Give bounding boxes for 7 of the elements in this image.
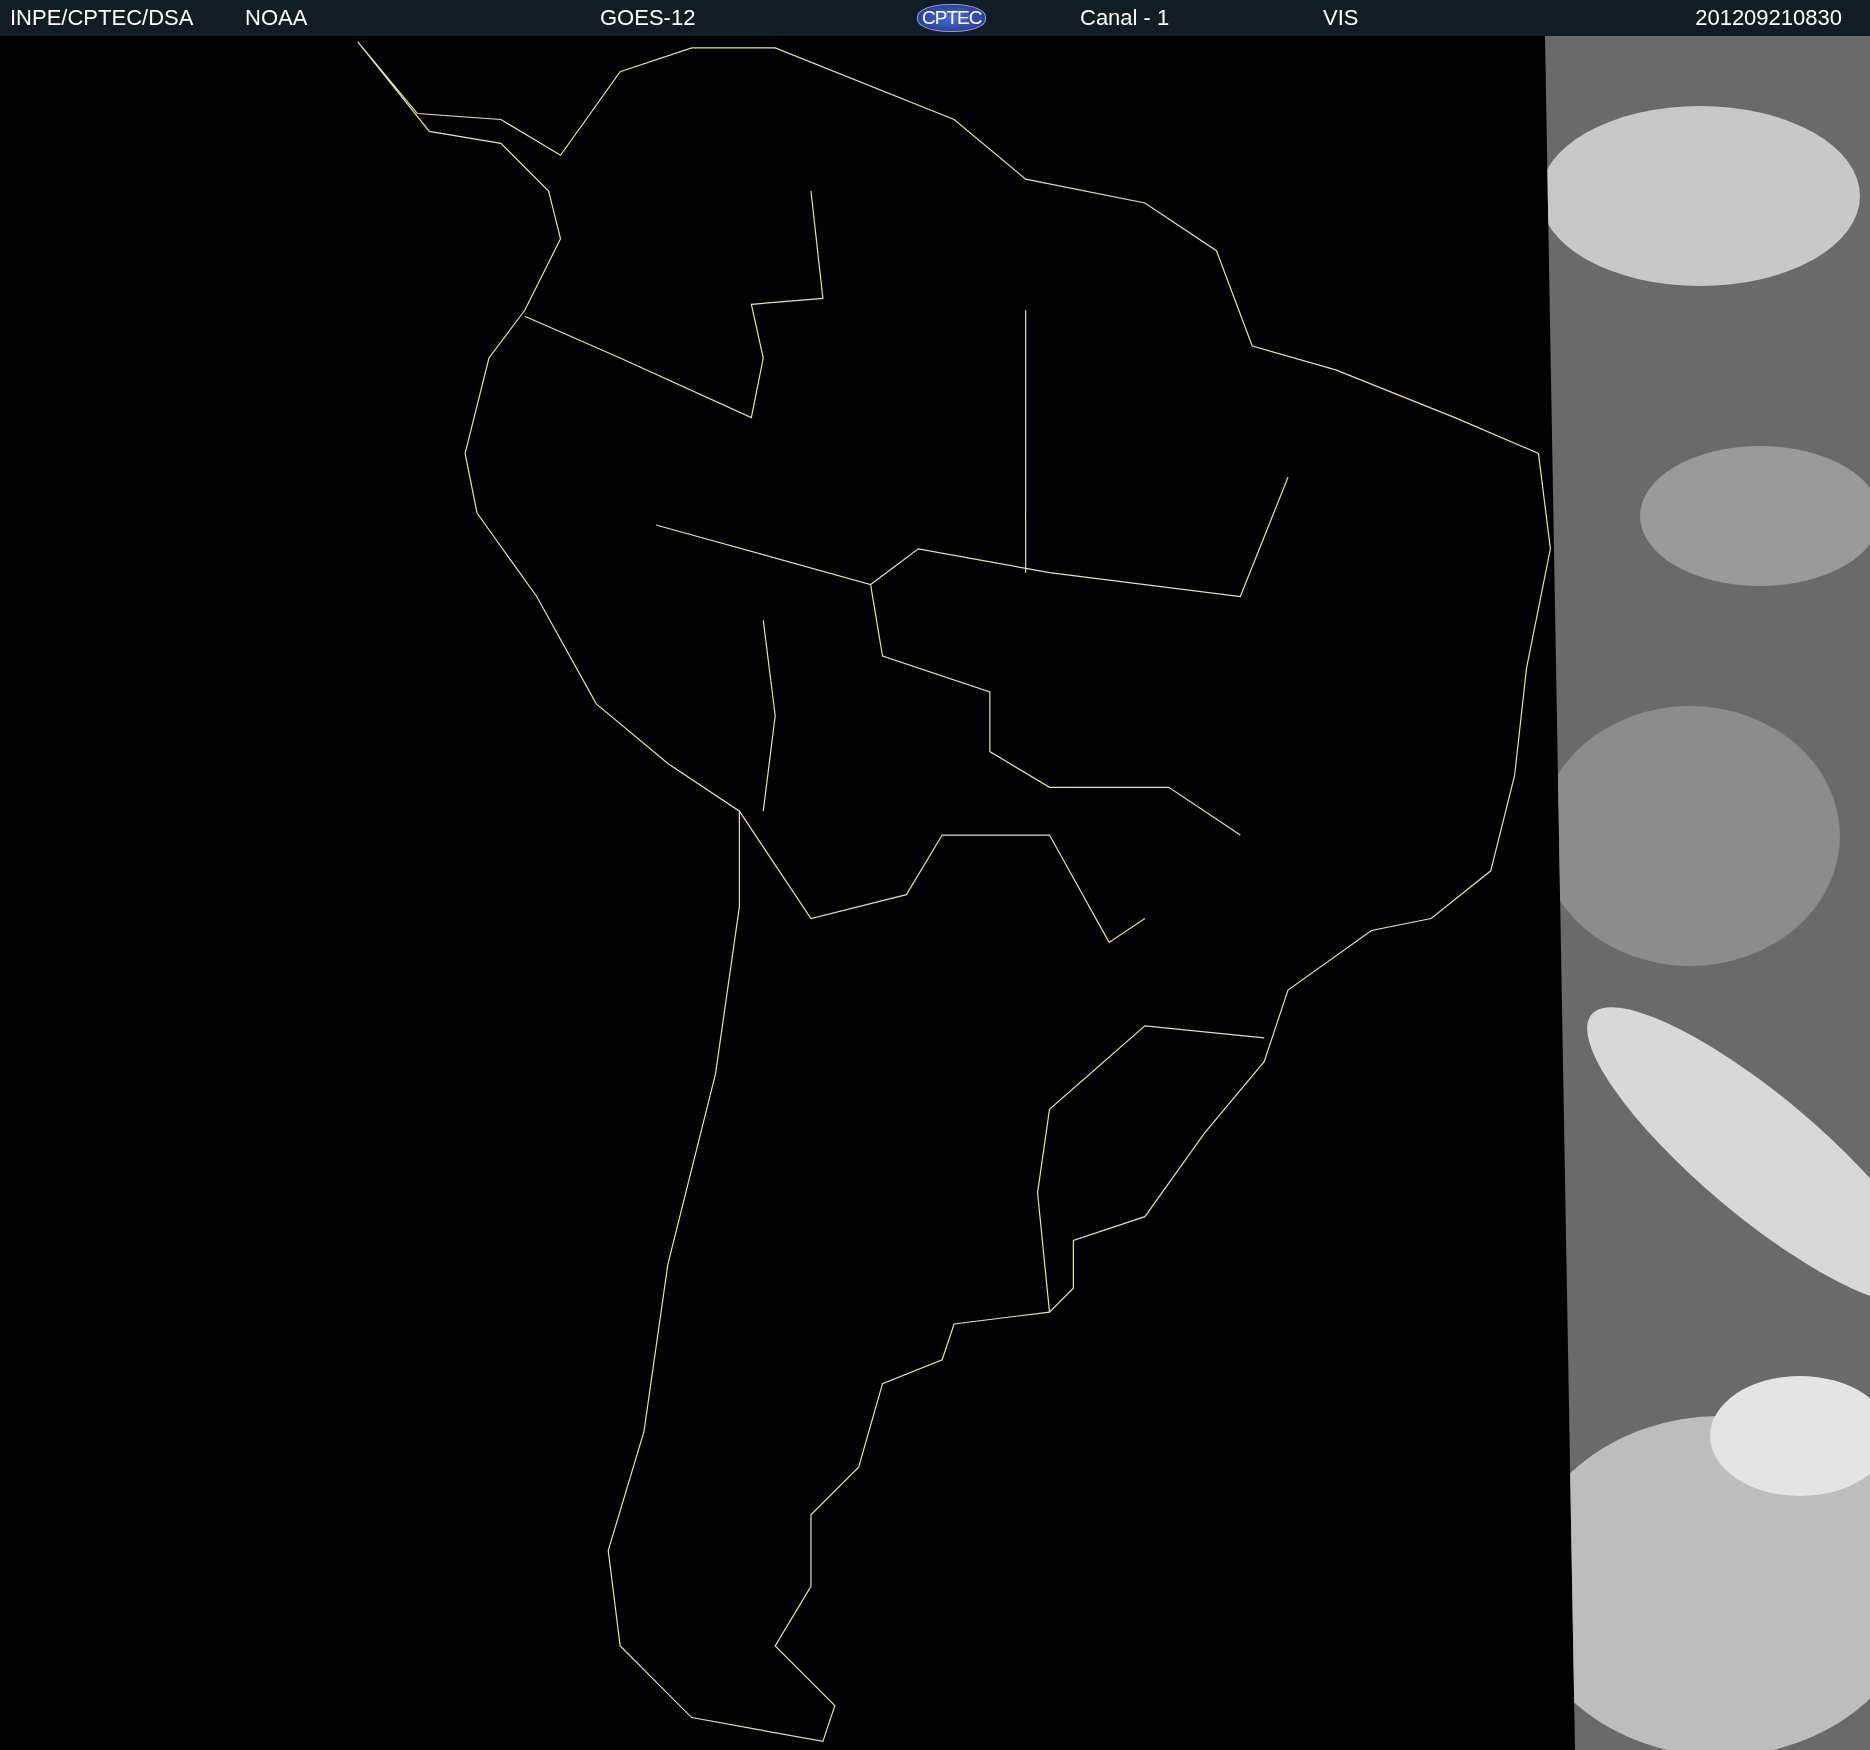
logo: CPTEC — [917, 4, 987, 32]
band-label: VIS — [1323, 5, 1360, 31]
agency-label: NOAA — [245, 5, 309, 31]
channel-label: Canal - 1 — [1080, 5, 1171, 31]
timestamp-label: 201209210830 — [1695, 5, 1842, 31]
source-label: INPE/CPTEC/DSA — [10, 5, 195, 31]
satellite-label: GOES-12 — [600, 5, 697, 31]
